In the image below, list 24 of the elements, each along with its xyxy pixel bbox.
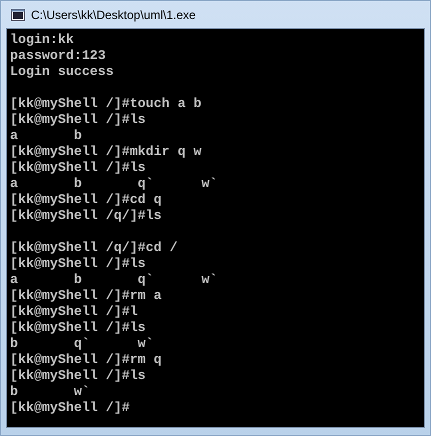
console-line: [kk@myShell /]#ls (10, 112, 146, 127)
window-title: C:\Users\kk\Desktop\uml\1.exe (31, 8, 196, 22)
console-line: [kk@myShell /]#ls (10, 320, 146, 335)
console-line: [kk@myShell /q/]#ls (10, 208, 162, 223)
console-line: b w` (10, 384, 90, 399)
console-line: Login success (10, 64, 114, 79)
console-line: [kk@myShell /]#touch a b (10, 96, 202, 111)
console-line: [kk@myShell /]#ls (10, 256, 146, 271)
console-line: password:123 (10, 48, 106, 63)
console-line: [kk@myShell /q/]#cd / (10, 240, 178, 255)
console-line: [kk@myShell /]#ls (10, 368, 146, 383)
console-line: b q` w` (10, 336, 154, 351)
console-icon (11, 8, 25, 20)
console-line: a b q` w` (10, 272, 218, 287)
console-line: [kk@myShell /]#rm a (10, 288, 162, 303)
console-line: [kk@myShell /]#rm q (10, 352, 162, 367)
console-line: a b q` w` (10, 176, 218, 191)
console-line: [kk@myShell /]#l (10, 304, 138, 319)
console-line: [kk@myShell /]# (10, 400, 130, 415)
console-line: login:kk (10, 32, 74, 47)
console-line: [kk@myShell /]#ls (10, 160, 146, 175)
console-line: a b (10, 128, 82, 143)
console-line: [kk@myShell /]#mkdir q w (10, 144, 202, 159)
console-line: [kk@myShell /]#cd q (10, 192, 162, 207)
